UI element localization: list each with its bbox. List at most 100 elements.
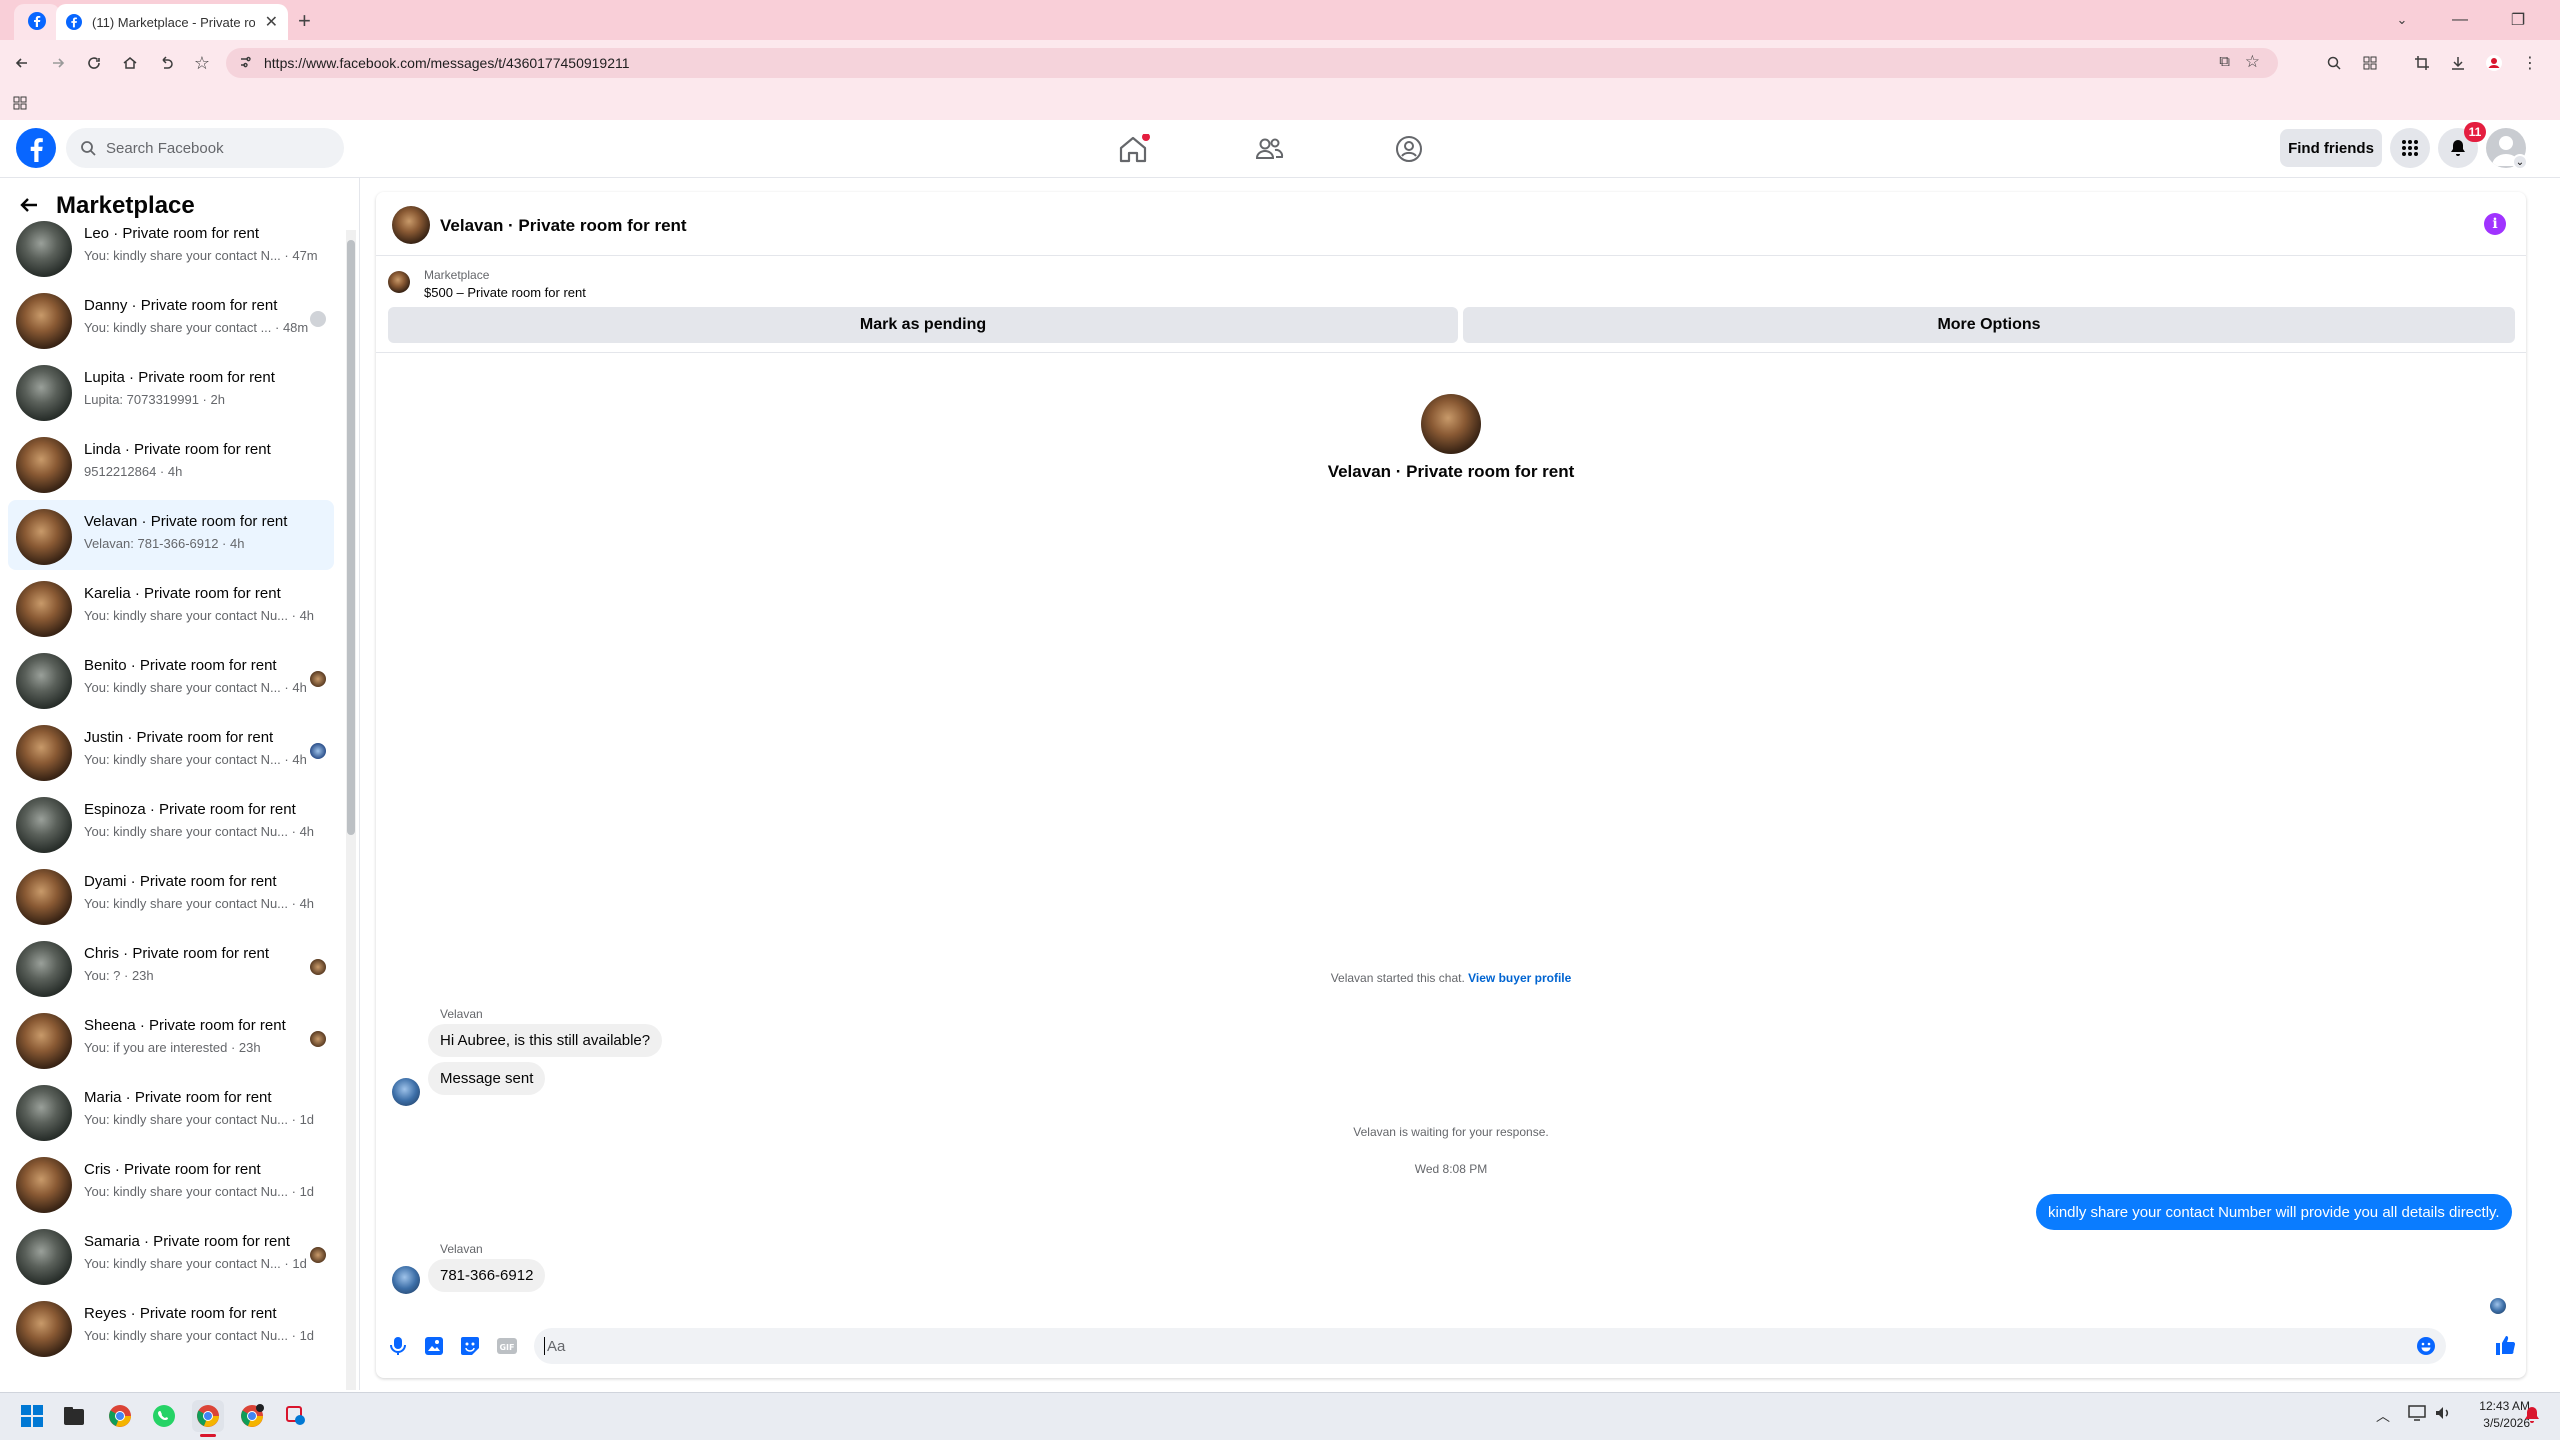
chrome-icon[interactable]	[104, 1400, 136, 1432]
voice-clip-icon[interactable]	[390, 1336, 406, 1356]
conversation-preview: Lupita: 7073319991 · 2h	[84, 392, 225, 407]
sender-avatar[interactable]	[392, 1078, 420, 1106]
tab-close-icon[interactable]: ✕	[265, 12, 278, 32]
crop-icon[interactable]	[2408, 49, 2436, 77]
account-chevron-icon[interactable]: ⌄	[2512, 154, 2528, 170]
facebook-logo-icon[interactable]	[16, 128, 56, 168]
read-receipt-avatar	[310, 671, 326, 687]
conversation-item[interactable]: Danny · Private room for rent You: kindly…	[8, 284, 334, 354]
menu-grid-button[interactable]	[2390, 128, 2430, 168]
site-info-icon[interactable]	[238, 54, 254, 70]
conversation-item[interactable]: Linda · Private room for rent 9512212864 …	[8, 428, 334, 498]
conversation-item[interactable]: Karelia · Private room for rent You: kind…	[8, 572, 334, 642]
conversation-avatar	[16, 797, 72, 853]
message-input[interactable]: Aa	[534, 1328, 2446, 1364]
chrome-profile-icon[interactable]	[236, 1400, 268, 1432]
pinned-tab[interactable]	[14, 4, 60, 40]
nav-home-icon[interactable]	[1116, 134, 1150, 164]
facebook-favicon-icon	[66, 14, 82, 30]
file-explorer-icon[interactable]	[58, 1400, 90, 1432]
conversation-item[interactable]: Dyami · Private room for rent You: kindly…	[8, 860, 334, 930]
conversation-item[interactable]: Velavan · Private room for rent Velavan: …	[8, 500, 334, 570]
conversation-item[interactable]: Benito · Private room for rent You: kindl…	[8, 644, 334, 714]
new-tab-icon[interactable]: +	[298, 8, 311, 34]
extensions-grid-icon[interactable]	[2356, 49, 2384, 77]
conversation-item[interactable]: Maria · Private room for rent You: kindly…	[8, 1076, 334, 1146]
chrome-profile-active-icon[interactable]	[192, 1400, 224, 1432]
conversation-item[interactable]: Sheena · Private room for rent You: if yo…	[8, 1004, 334, 1074]
message-bubble[interactable]: Hi Aubree, is this still available?	[428, 1024, 663, 1057]
conversation-item[interactable]: Samaria · Private room for rent You: kind…	[8, 1220, 334, 1290]
emoji-icon[interactable]	[2416, 1336, 2436, 1356]
sender-avatar[interactable]	[392, 1266, 420, 1294]
listing-thumbnail[interactable]	[388, 271, 410, 293]
bookmark-star-icon[interactable]: ☆	[188, 49, 216, 77]
message-bubble[interactable]: Message sent	[428, 1062, 546, 1095]
address-bar[interactable]: https://www.facebook.com/messages/t/4360…	[226, 48, 2278, 78]
conversation-sidebar: Leo · Private room for rent You: kindly s…	[0, 178, 360, 1390]
home-icon[interactable]	[116, 49, 144, 77]
conversation-preview: Velavan: 781-366-6912 · 4h	[84, 536, 245, 551]
minimize-icon[interactable]: —	[2446, 6, 2474, 34]
download-icon[interactable]	[2444, 49, 2472, 77]
notification-bell-tray-icon[interactable]	[2524, 1406, 2540, 1424]
conversation-item[interactable]: Reyes · Private room for rent You: kindly…	[8, 1292, 334, 1362]
sidebar-scroll-thumb[interactable]	[347, 240, 355, 835]
windows-start-icon[interactable]	[16, 1400, 48, 1432]
conversation-item[interactable]: Chris · Private room for rent You: ? · 23…	[8, 932, 334, 1002]
install-app-icon[interactable]: ⧉	[2219, 53, 2230, 70]
tray-chevron-icon[interactable]: ︿	[2376, 1406, 2390, 1426]
conversation-name: Samaria · Private room for rent	[84, 1233, 290, 1250]
mark-pending-button[interactable]: Mark as pending	[388, 307, 1458, 343]
conversation-item[interactable]: Cris · Private room for rent You: kindly …	[8, 1148, 334, 1218]
conversation-avatar	[16, 1157, 72, 1213]
tab-search-chevron-icon[interactable]: ⌄	[2388, 6, 2416, 34]
url-text[interactable]: https://www.facebook.com/messages/t/4360…	[264, 55, 630, 71]
conversation-avatar	[16, 581, 72, 637]
search-input[interactable]: Search Facebook	[66, 128, 344, 168]
profile-icon[interactable]	[2480, 49, 2508, 77]
attach-photo-icon[interactable]	[424, 1336, 444, 1356]
apps-grid-icon[interactable]	[12, 95, 28, 111]
like-thumb-icon[interactable]	[2494, 1334, 2516, 1356]
gif-icon[interactable]: GIF	[496, 1336, 518, 1356]
active-tab[interactable]: (11) Marketplace - Private room for rent…	[56, 4, 288, 40]
whatsapp-icon[interactable]	[148, 1400, 180, 1432]
conversation-name: Benito · Private room for rent	[84, 657, 277, 674]
message-bubble[interactable]: 781-366-6912	[428, 1259, 546, 1292]
conversation-preview: You: if you are interested · 23h	[84, 1040, 261, 1055]
omnibox-star-icon[interactable]: ☆	[2245, 52, 2260, 72]
browser-menu-icon[interactable]: ⋮	[2516, 49, 2544, 77]
chat-header-avatar[interactable]	[392, 206, 430, 244]
conversation-item[interactable]: Leo · Private room for rent You: kindly s…	[8, 212, 334, 282]
info-icon[interactable]: i	[2484, 213, 2506, 235]
clock[interactable]: 12:43 AM 3/5/2026	[2450, 1398, 2530, 1432]
view-buyer-profile-link[interactable]: View buyer profile	[1468, 971, 1571, 985]
chat-title[interactable]: Velavan · Private room for rent	[440, 216, 687, 236]
reload-icon[interactable]	[80, 49, 108, 77]
nav-groups-icon[interactable]	[1394, 134, 1424, 164]
sticker-icon[interactable]	[460, 1336, 480, 1356]
conversation-item[interactable]: Justin · Private room for rent You: kindl…	[8, 716, 334, 786]
conversation-preview: You: kindly share your contact Nu... · 1…	[84, 1184, 315, 1199]
forward-icon[interactable]	[44, 49, 72, 77]
restore-icon[interactable]: ❐	[2504, 6, 2532, 34]
network-icon[interactable]	[2408, 1404, 2428, 1422]
notification-badge: 11	[2464, 122, 2486, 142]
back-arrow-icon[interactable]	[16, 192, 42, 218]
more-options-button[interactable]: More Options	[1463, 307, 2515, 343]
nav-friends-icon[interactable]	[1254, 134, 1284, 164]
snipping-tool-icon[interactable]	[280, 1400, 312, 1432]
conversation-avatar	[16, 1229, 72, 1285]
read-receipt-avatar	[310, 743, 326, 759]
conversation-item[interactable]: Espinoza · Private room for rent You: kin…	[8, 788, 334, 858]
zoom-icon[interactable]	[2320, 49, 2348, 77]
undo-icon[interactable]	[152, 49, 180, 77]
conversation-item[interactable]: Lupita · Private room for rent Lupita: 70…	[8, 356, 334, 426]
profile-avatar[interactable]	[1421, 394, 1481, 454]
outgoing-message-bubble[interactable]: kindly share your contact Number will pr…	[2036, 1194, 2512, 1230]
back-icon[interactable]	[8, 49, 36, 77]
listing-price-title[interactable]: $500 – Private room for rent	[424, 285, 586, 300]
divider	[376, 352, 2526, 353]
find-friends-button[interactable]: Find friends	[2280, 129, 2382, 167]
